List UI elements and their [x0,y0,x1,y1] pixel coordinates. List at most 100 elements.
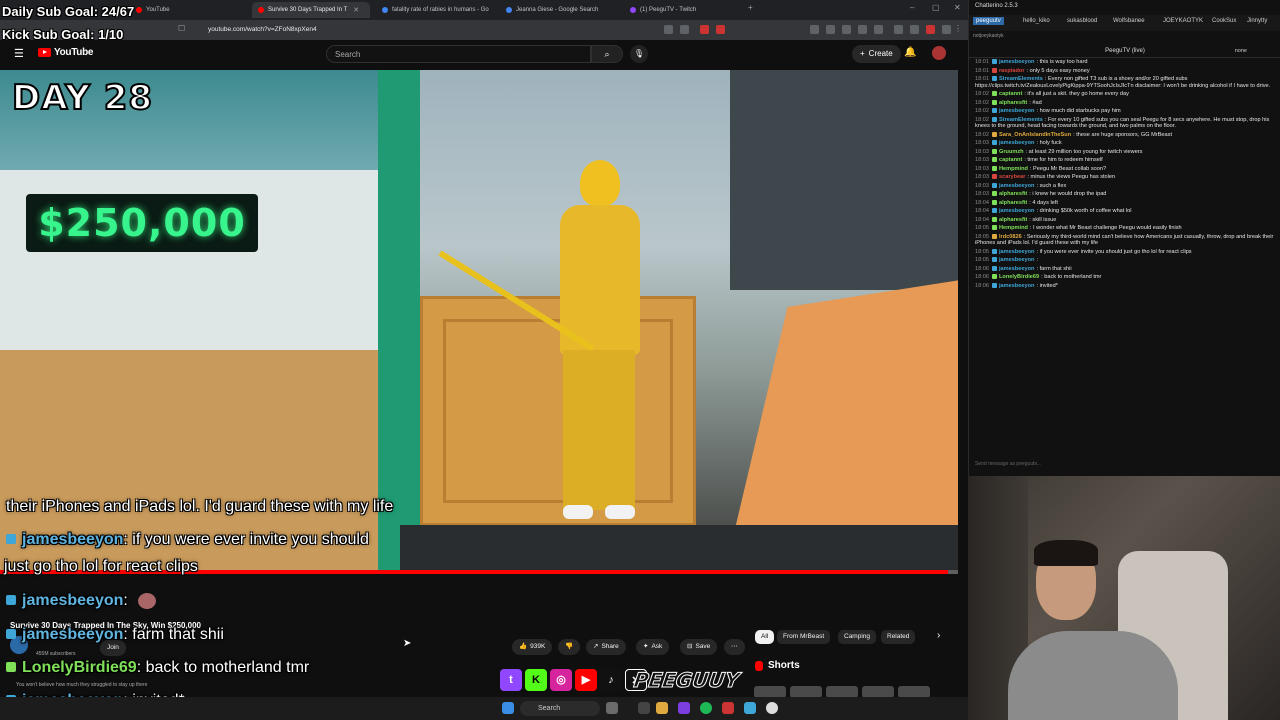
save-button[interactable]: ⊟ Save [680,639,718,655]
chip-from-mrbeast[interactable]: From MrBeast [777,630,831,644]
ct-username[interactable]: StreamElements [999,76,1043,82]
user-badge-icon [992,282,997,288]
close-tab-icon[interactable]: ✕ [353,6,359,14]
start-icon[interactable] [502,702,514,714]
app-icon[interactable] [678,702,690,714]
avatar[interactable] [932,46,946,60]
ct-timestamp: 18:05 [975,225,989,231]
app-icon[interactable] [744,702,756,714]
ct-username[interactable]: jamesbeeyon [999,59,1034,65]
ct-username[interactable]: alpharesfit [999,200,1027,206]
ct-tab-hello-kiko[interactable]: hello_kiko [1023,18,1050,24]
ct-username[interactable]: Hempmind [999,166,1028,172]
ct-username[interactable]: LonelyBirdie69 [999,274,1039,280]
dislike-button[interactable]: 👎 [558,639,581,655]
ct-mode[interactable]: none [1235,44,1247,58]
ct-username[interactable]: jamesbeeyon [999,257,1034,263]
ct-username[interactable]: jamesbeeyon [999,283,1034,289]
extension-icon[interactable] [842,25,851,34]
browser-tab-twitch[interactable]: (1) PeeguTV - Twitch [624,2,744,18]
more-actions-button[interactable]: ⋯ [724,639,745,655]
extension-icon[interactable] [664,25,673,34]
share-button[interactable]: ↗ Share [586,639,626,655]
extension-icon[interactable] [826,25,835,34]
app-icon[interactable] [722,702,734,714]
ct-username[interactable]: jamesbeeyon [999,266,1034,272]
profile-icon[interactable] [942,25,951,34]
extension-icon[interactable] [680,25,689,34]
bookmark-icon[interactable]: ☐ [178,24,185,33]
ct-username[interactable]: raspiador [999,68,1025,74]
ct-message-input[interactable]: Send message as peeguutv... [973,458,1273,470]
ct-username[interactable]: alpharesfit [999,191,1027,197]
extension-icon[interactable] [910,25,919,34]
ct-timestamp: 18:01 [975,76,989,82]
url-field[interactable]: youtube.com/watch?v=ZFoN8xpXen4 [200,24,670,36]
ct-tab-wolfsbanee[interactable]: Wolfsbanee [1113,18,1145,24]
ct-username[interactable]: lrdc0826 [999,234,1022,240]
ct-message: 18:01 StreamElements: Every non gifted T3… [975,76,1275,89]
browser-tab-survive[interactable]: Survive 30 Days Trapped In T ✕ [252,2,370,18]
ct-username[interactable]: Gruumzh [999,149,1024,155]
notifications-bell-icon[interactable]: 🔔 [904,47,916,58]
ct-username[interactable]: scarybear [999,174,1025,180]
taskbar-search[interactable]: Search [520,701,600,716]
ct-tab-sukasblood[interactable]: sukasblood [1067,18,1097,24]
ct-tab-peeguutv[interactable]: peeguutv [973,17,1004,25]
chip-related[interactable]: Related [881,630,916,644]
close-window-icon[interactable]: ✕ [954,3,961,12]
ct-username[interactable]: jamesbeeyon [999,249,1034,255]
browser-tab-youtube[interactable]: YouTube [130,2,200,18]
ct-username[interactable]: captannt [999,157,1022,163]
taskbar: Search [0,697,968,720]
ct-message-text: this is way too hard [1039,59,1088,65]
ct-username[interactable]: Hempmind [999,225,1028,231]
app-icon[interactable] [638,702,650,714]
minimize-icon[interactable]: – [910,3,914,12]
ct-username[interactable]: jamesbeeyon [999,183,1034,189]
more-dots-icon: ⋯ [731,643,738,650]
ct-username[interactable]: jamesbeeyon [999,208,1034,214]
ct-tab-cooksux[interactable]: CookSux [1212,18,1236,24]
folder-icon[interactable] [656,702,668,714]
chrome-icon[interactable] [766,702,778,714]
maximize-icon[interactable]: ▢ [932,3,940,12]
ask-button[interactable]: ✦ Ask [636,639,670,655]
create-button[interactable]: + Create [852,45,901,63]
ct-username[interactable]: jamesbeeyon [999,108,1034,114]
app-icon[interactable] [606,702,618,714]
extension-icon[interactable] [894,25,903,34]
extension-icon[interactable] [926,25,935,34]
like-button[interactable]: 👍 939K [512,639,553,655]
ct-username[interactable]: captannt [999,91,1022,97]
search-button[interactable]: ⌕ [591,45,623,63]
chip-all[interactable]: All [755,630,775,644]
spotify-icon[interactable] [700,702,712,714]
browser-tab-jeanna[interactable]: Jeanna Giese - Google Search [500,2,620,18]
webcam-feed [968,476,1280,720]
user-badge-icon [992,216,997,222]
video-player[interactable]: $250,000 DAY 28 [0,70,958,570]
extension-icon[interactable] [716,25,725,34]
ct-tab-jinnytty[interactable]: Jinnytty [1247,18,1267,24]
chip-camping[interactable]: Camping [838,630,877,644]
ct-username[interactable]: jamesbeeyon [999,140,1034,146]
extension-icon[interactable] [810,25,819,34]
browser-tab-rabies[interactable]: fatality rate of rabies in humans - Go [376,2,496,18]
extension-icon[interactable] [858,25,867,34]
youtube-logo[interactable]: YouTube [38,47,94,58]
ct-split-label[interactable]: notjoeykaotyk [973,33,1004,39]
browser-menu-icon[interactable]: ⋮ [954,24,962,33]
ct-tab-joeykaotyk[interactable]: JOEYKAOTYK [1163,18,1203,24]
ct-username[interactable]: Sara_OnAnIslandInTheSun [999,132,1071,138]
voice-search-button[interactable]: 🎙 [630,45,648,63]
ct-username[interactable]: alpharesfit [999,217,1027,223]
hamburger-menu-icon[interactable]: ☰ [14,47,24,60]
new-tab-icon[interactable]: + [748,3,753,12]
extension-icon[interactable] [700,25,709,34]
ct-username[interactable]: alpharesfit [999,100,1027,106]
chevron-right-icon[interactable]: › [937,630,940,641]
ct-username[interactable]: StreamElements [999,117,1043,123]
extension-icon[interactable] [874,25,883,34]
search-input[interactable]: Search [326,45,591,63]
